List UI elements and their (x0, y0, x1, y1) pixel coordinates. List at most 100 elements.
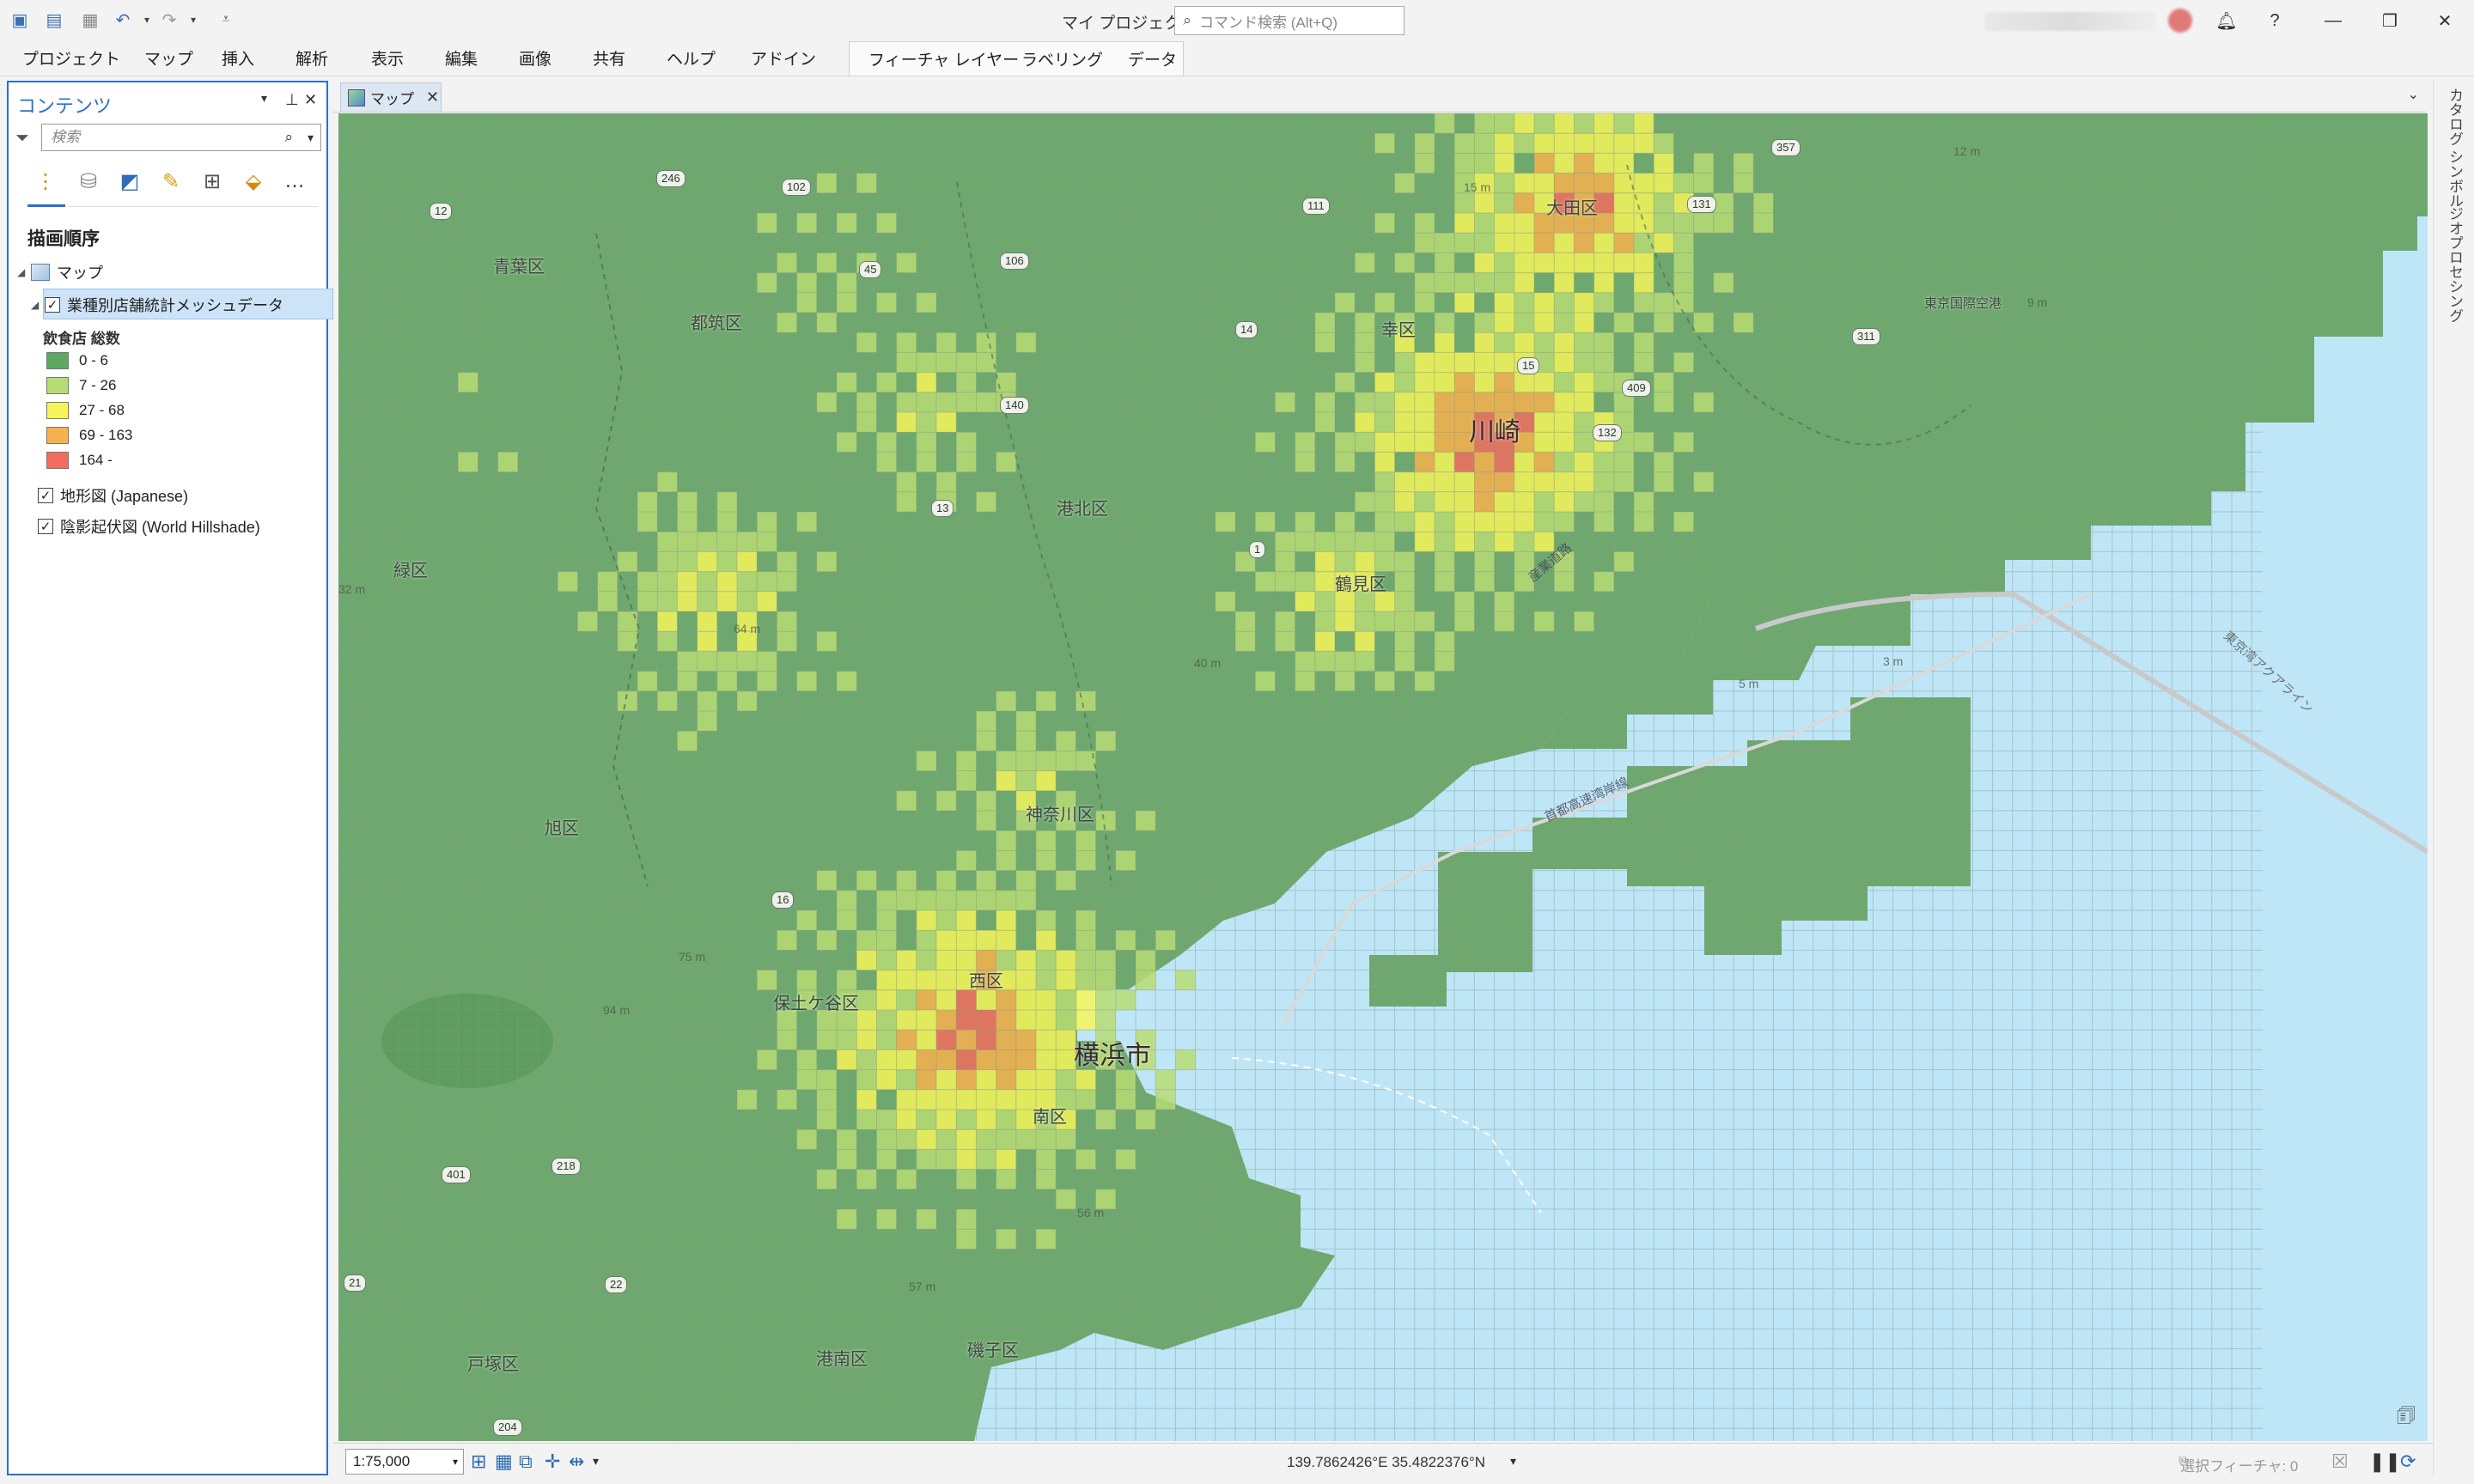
map-node[interactable]: ◢ マップ (17, 261, 103, 283)
refresh-icon[interactable]: ⟳ (2400, 1451, 2416, 1473)
list-by-labeling-icon[interactable]: ⬙ (239, 167, 268, 196)
legend-class-1[interactable]: 0 - 6 (46, 352, 108, 369)
chevron-down-icon[interactable]: ▾ (593, 1454, 599, 1469)
mesh-cell (716, 671, 737, 691)
tab-geoprocessing[interactable]: ジオプロセシング (2444, 206, 2465, 323)
restore-icon[interactable]: ❐ (2373, 7, 2407, 34)
layer-visibility-checkbox[interactable]: ✓ (45, 297, 60, 313)
list-by-drawing-order-icon[interactable]: ⋮ (31, 167, 60, 196)
list-by-source-icon[interactable]: ⛁ (74, 167, 103, 196)
close-window-icon[interactable]: ✕ (2428, 7, 2462, 34)
tab-insert[interactable]: 挿入 (222, 46, 254, 70)
mesh-cell (1076, 1069, 1096, 1090)
cursor-crosshair-icon[interactable]: ✛ (545, 1451, 560, 1473)
avatar[interactable] (2168, 9, 2192, 33)
list-by-editing-icon[interactable]: ✎ (156, 167, 186, 196)
contents-search-input[interactable]: 検索 ⌕ ▾ (41, 124, 321, 151)
command-search-input[interactable]: ⌕ コマンド検索 (Alt+Q) (1174, 6, 1405, 35)
pane-options-icon[interactable]: ▾ (261, 91, 267, 106)
notification-bell-icon[interactable]: 🔔︎ (2209, 7, 2244, 34)
active-tool-indicator (27, 204, 65, 207)
chevron-down-icon[interactable]: ▾ (1510, 1454, 1516, 1469)
pin-icon[interactable]: ⊥ (285, 91, 299, 109)
list-by-snapping-icon[interactable]: ⊞ (198, 167, 227, 196)
legend-class-3[interactable]: 27 - 68 (46, 402, 125, 419)
filter-icon[interactable]: ⏷ (15, 129, 29, 149)
chevron-down-icon[interactable]: ▾ (453, 1450, 458, 1474)
snapping-icon[interactable]: ⧉ (519, 1451, 533, 1473)
mesh-cell (1056, 870, 1076, 891)
tab-map[interactable]: マップ (144, 46, 193, 70)
mesh-cell (1474, 192, 1495, 213)
scale-select[interactable]: 1:75,000 ▾ (345, 1449, 464, 1475)
undo-dropdown-icon[interactable]: ▾ (136, 9, 158, 31)
tab-edit[interactable]: 編集 (445, 46, 478, 70)
mesh-cell (1673, 432, 1694, 453)
customize-qat-icon[interactable]: ⩡ (215, 9, 237, 31)
undo-icon[interactable]: ↶ (112, 9, 134, 31)
mesh-cell (1454, 192, 1475, 213)
tab-symbology[interactable]: シンボル (2444, 149, 2465, 208)
tab-labeling[interactable]: ラベリング (1021, 47, 1103, 70)
constraint-icon[interactable]: ⇹ (569, 1451, 584, 1473)
fixed-zoom-icon[interactable]: ⊞ (471, 1451, 486, 1473)
layer-mesh-data[interactable]: ◢ ✓ 業種別店舗統計メッシュデータ (31, 294, 283, 316)
user-info[interactable] (1984, 12, 2156, 31)
mesh-cell (1314, 571, 1335, 592)
tab-catalog[interactable]: カタログ (2444, 88, 2465, 146)
tab-project[interactable]: プロジェクト (22, 46, 120, 70)
tab-analysis[interactable]: 解析 (296, 46, 328, 70)
mesh-cell (1534, 372, 1555, 392)
close-pane-icon[interactable]: ✕ (304, 91, 317, 109)
tab-map-view[interactable]: マップ ✕ (340, 82, 442, 112)
search-icon[interactable]: ⌕ (284, 125, 293, 150)
pause-drawing-icon[interactable]: ❚❚ (2369, 1451, 2401, 1473)
tab-imagery[interactable]: 画像 (519, 46, 551, 70)
minimize-icon[interactable]: — (2316, 7, 2350, 34)
close-tab-icon[interactable]: ✕ (426, 88, 439, 106)
collapse-triangle-icon[interactable]: ◢ (17, 266, 31, 278)
map-canvas[interactable] (338, 113, 2428, 1441)
tab-list-dropdown-icon[interactable]: ⌄ (2408, 86, 2419, 103)
map-view[interactable]: 青葉区 都筑区 港北区 緑区 旭区 神奈川区 保土ケ谷区 西区 南区 港南区 磯… (338, 113, 2428, 1441)
tab-help[interactable]: ヘルプ (667, 46, 716, 70)
mesh-cell (896, 1030, 917, 1050)
mesh-cell (1015, 332, 1036, 353)
layer-visibility-checkbox[interactable]: ✓ (38, 519, 53, 534)
tab-feature-layer[interactable]: フィーチャ レイヤー (868, 47, 1019, 70)
redo-dropdown-icon[interactable]: ▾ (182, 9, 204, 31)
mesh-cell (716, 532, 737, 552)
tab-view[interactable]: 表示 (371, 46, 404, 70)
grid-icon[interactable]: ▦ (495, 1451, 513, 1473)
help-icon[interactable]: ? (2258, 7, 2292, 34)
mesh-cell (816, 1030, 837, 1050)
tab-share[interactable]: 共有 (593, 46, 625, 70)
mesh-cell (1275, 631, 1295, 652)
layer-hillshade[interactable]: ✓ 陰影起伏図 (World Hillshade) (38, 515, 260, 538)
tab-data[interactable]: データ (1128, 47, 1177, 70)
map-tips-icon[interactable]: 🗊 (2397, 1401, 2416, 1436)
legend-class-4[interactable]: 69 - 163 (46, 427, 132, 444)
new-project-icon[interactable]: ▣ (9, 9, 31, 31)
mesh-cell (1613, 252, 1634, 273)
mesh-cell (1435, 272, 1455, 293)
mesh-cell (1435, 491, 1455, 512)
layer-visibility-checkbox[interactable]: ✓ (38, 488, 53, 503)
mesh-cell (976, 1149, 996, 1170)
legend-class-5[interactable]: 164 - (46, 452, 113, 469)
refresh-selection-icon[interactable]: ☒ (2331, 1451, 2349, 1473)
list-by-selection-icon[interactable]: ◩ (115, 167, 144, 196)
open-folder-icon[interactable]: ▤ (43, 9, 65, 31)
layer-topographic[interactable]: ✓ 地形図 (Japanese) (38, 484, 188, 507)
mesh-cell (876, 292, 897, 313)
mesh-cell (1494, 252, 1514, 273)
legend-class-2[interactable]: 7 - 26 (46, 377, 116, 394)
redo-icon[interactable]: ↷ (158, 9, 180, 31)
more-options-icon[interactable]: … (280, 167, 309, 196)
mesh-cell (1394, 471, 1415, 492)
tab-addin[interactable]: アドイン (751, 46, 816, 70)
chevron-down-icon[interactable]: ▾ (308, 125, 314, 150)
save-icon[interactable]: ▦ (79, 9, 101, 31)
cursor-coordinates[interactable]: 139.7862426°E 35.4822376°N (1287, 1454, 1485, 1471)
collapse-triangle-icon[interactable]: ◢ (31, 299, 45, 311)
